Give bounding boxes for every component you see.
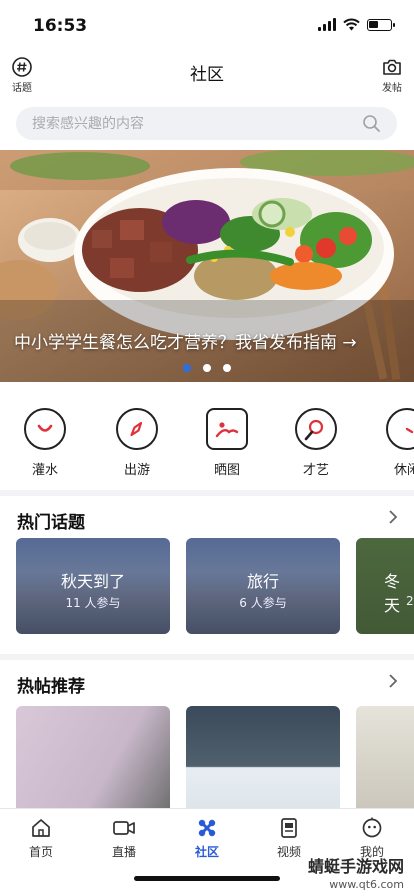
tab-video[interactable]: 视频 bbox=[259, 817, 319, 860]
chat-smile-icon bbox=[24, 408, 66, 450]
top-navigation-bar: 话题 社区 发帖 bbox=[0, 52, 414, 100]
topic-count: 2 bbox=[406, 594, 414, 608]
picture-icon bbox=[206, 408, 248, 450]
chevron-right-icon[interactable] bbox=[386, 672, 400, 690]
microphone-icon bbox=[295, 408, 337, 450]
community-icon bbox=[198, 819, 216, 837]
tab-label: 视频 bbox=[276, 845, 301, 859]
search-bar-area bbox=[0, 100, 414, 150]
category-row: 灌水 出游 晒图 才艺 休闲 bbox=[0, 382, 414, 490]
post-card[interactable] bbox=[16, 706, 170, 808]
category-label: 出游 bbox=[123, 463, 150, 478]
camera-icon bbox=[383, 59, 401, 75]
carousel-dot[interactable] bbox=[203, 364, 211, 372]
category-leisure[interactable]: 休闲 bbox=[372, 408, 414, 478]
topic-name: 冬天 bbox=[384, 572, 401, 615]
post-card[interactable] bbox=[356, 706, 414, 808]
topic-card[interactable]: 秋天到了 11 人参与 bbox=[16, 538, 170, 634]
status-time: 16:53 bbox=[33, 16, 88, 36]
clock-icon bbox=[386, 408, 414, 450]
topic-count: 6 人参与 bbox=[239, 596, 287, 610]
category-talent[interactable]: 才艺 bbox=[281, 408, 351, 478]
video-icon bbox=[281, 818, 297, 838]
search-icon[interactable] bbox=[362, 114, 381, 133]
tab-live[interactable]: 直播 bbox=[94, 817, 154, 860]
tab-community[interactable]: 社区 bbox=[177, 817, 237, 860]
page-title: 社区 bbox=[190, 65, 224, 85]
topic-name: 秋天到了 bbox=[60, 572, 125, 591]
category-label: 灌水 bbox=[31, 463, 58, 478]
watermark: 蜻蜓手游戏网 www.qt6.com bbox=[307, 857, 404, 892]
profile-icon bbox=[362, 817, 382, 838]
video-camera-icon bbox=[113, 821, 135, 835]
post-button-label: 发帖 bbox=[382, 83, 402, 94]
category-chat[interactable]: 灌水 bbox=[10, 408, 80, 478]
hot-topics-section: 热门话题 秋天到了 11 人参与 旅行 6 人参与 冬天 2 bbox=[0, 496, 414, 654]
tab-label: 直播 bbox=[111, 845, 136, 859]
tab-label: 首页 bbox=[28, 845, 53, 859]
category-photos[interactable]: 晒图 bbox=[192, 408, 262, 478]
topic-count: 11 人参与 bbox=[65, 596, 121, 610]
carousel-dot[interactable] bbox=[223, 364, 231, 372]
cellular-signal-icon bbox=[318, 18, 336, 31]
section-title: 热帖推荐 bbox=[17, 677, 85, 697]
search-input[interactable] bbox=[32, 107, 352, 140]
status-bar: 16:53 bbox=[0, 0, 414, 52]
status-icons bbox=[318, 18, 395, 31]
wifi-icon bbox=[343, 18, 360, 31]
post-button[interactable]: 发帖 bbox=[372, 56, 412, 94]
battery-icon bbox=[367, 18, 395, 31]
category-label: 晒图 bbox=[213, 463, 240, 478]
tab-label: 社区 bbox=[194, 845, 219, 859]
hot-posts-section: 热帖推荐 bbox=[0, 660, 414, 808]
tab-home[interactable]: 首页 bbox=[11, 817, 71, 860]
category-label: 休闲 bbox=[393, 463, 414, 478]
search-box[interactable] bbox=[16, 107, 397, 140]
chevron-right-icon[interactable] bbox=[386, 508, 400, 526]
post-card[interactable] bbox=[186, 706, 340, 808]
category-label: 才艺 bbox=[302, 463, 329, 478]
topic-card[interactable]: 冬天 2 bbox=[356, 538, 414, 634]
carousel-dot-active[interactable] bbox=[183, 364, 191, 372]
carousel-indicators bbox=[0, 364, 414, 372]
home-icon bbox=[32, 819, 50, 837]
section-title: 热门话题 bbox=[17, 513, 85, 533]
tab-profile[interactable]: 我的 bbox=[342, 817, 402, 860]
banner-carousel[interactable]: 中小学学生餐怎么吃才营养？我省发布指南 → bbox=[0, 150, 414, 382]
banner-caption: 中小学学生餐怎么吃才营养？我省发布指南 → bbox=[14, 333, 357, 353]
topic-name: 旅行 bbox=[246, 572, 279, 591]
category-travel[interactable]: 出游 bbox=[102, 408, 172, 478]
topic-card[interactable]: 旅行 6 人参与 bbox=[186, 538, 340, 634]
compass-icon bbox=[116, 408, 158, 450]
home-indicator bbox=[134, 876, 280, 881]
